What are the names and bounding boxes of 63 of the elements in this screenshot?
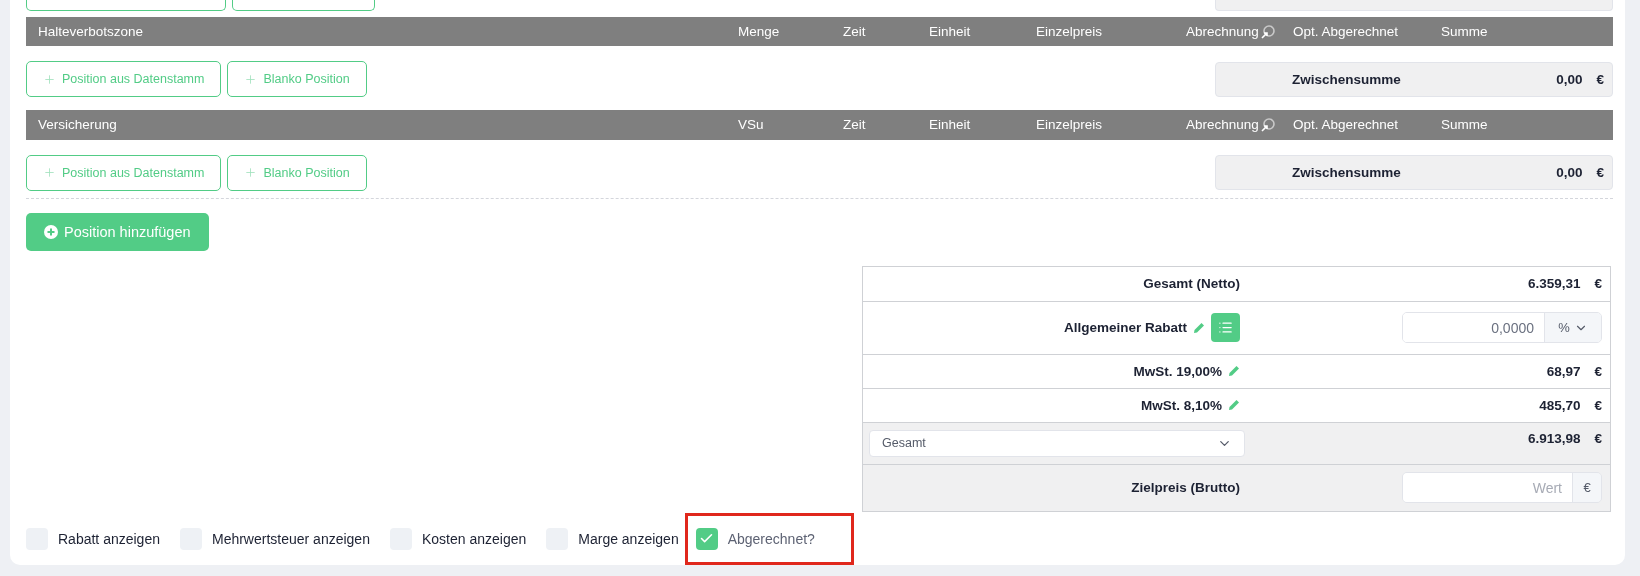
currency-addon: € (1572, 473, 1601, 503)
plus-circle-icon (44, 224, 58, 239)
list-button[interactable] (1211, 313, 1240, 343)
section-title: Halteverbotszone (38, 24, 145, 40)
column-header: Opt. Abgerechnet (1293, 117, 1400, 133)
column-header: Menge (738, 24, 781, 40)
subtotal-value: 0,00 (1556, 71, 1583, 87)
currency: € (1594, 398, 1602, 413)
column-header: Summe (1441, 24, 1489, 40)
column-header: Abrechnung (1186, 117, 1259, 133)
column-header: Einheit (929, 117, 972, 133)
subtotal-label: Zwischensumme (1292, 165, 1401, 181)
add-position-button[interactable]: Position aus Datenstamm (26, 61, 222, 98)
column-header: Zeit (843, 24, 867, 40)
refresh-icon[interactable] (1260, 117, 1275, 132)
option-label: Mehrwertsteuer anzeigen (211, 531, 370, 547)
add-position-button[interactable]: Blanko Position (227, 154, 367, 191)
column-header: Einzelpreis (1036, 24, 1104, 40)
section-title: Versicherung (38, 117, 118, 133)
total-type-select[interactable]: Gesamt (869, 430, 1245, 457)
pencil-icon[interactable] (1193, 322, 1205, 334)
plus-icon (43, 166, 56, 180)
currency: € (1594, 364, 1602, 379)
checkbox[interactable] (695, 528, 718, 550)
total-value: 68,97 (1546, 364, 1581, 379)
column-header: Summe (1441, 117, 1489, 133)
currency: € (1594, 431, 1602, 446)
pencil-icon[interactable] (1228, 399, 1240, 412)
total-value: 6.359,31 (1527, 276, 1581, 292)
pencil-icon[interactable] (1228, 365, 1240, 378)
add-position-button[interactable]: Position hinzufügen (26, 212, 209, 251)
total-label: Gesamt (Netto) (1143, 276, 1240, 292)
plus-icon (244, 72, 258, 86)
total-value: 6.913,98 (1527, 431, 1581, 446)
column-header: VSu (738, 117, 765, 133)
add-position-button[interactable]: Blanko Position (227, 61, 367, 98)
tax-label: MwSt. 19,00% (1133, 364, 1222, 379)
refresh-icon[interactable] (1260, 24, 1275, 39)
option-label: Marge anzeigen (578, 531, 679, 547)
total-value: 485,70 (1539, 398, 1581, 413)
discount-field[interactable]: 0,0000 % (1402, 312, 1602, 344)
column-header: Opt. Abgerechnet (1293, 24, 1400, 40)
column-header: Einzelpreis (1036, 117, 1104, 133)
unit-dropdown[interactable]: % (1544, 313, 1601, 343)
currency: € (1596, 165, 1604, 181)
currency: € (1594, 276, 1602, 292)
target-price-label: Zielpreis (Brutto) (1131, 480, 1240, 496)
option-label: Abgerechnet? (727, 531, 815, 547)
column-header: Abrechnung (1186, 24, 1259, 40)
subtotal-label: Zwischensumme (1292, 71, 1401, 87)
option-label: Kosten anzeigen (421, 531, 527, 547)
tax-label: MwSt. 8,10% (1140, 398, 1222, 413)
option-label: Rabatt anzeigen (58, 531, 160, 547)
plus-icon (244, 166, 258, 180)
column-header: Zeit (843, 117, 867, 133)
currency: € (1596, 71, 1604, 87)
discount-label: Allgemeiner Rabatt (1063, 320, 1187, 336)
subtotal-value: 0,00 (1556, 165, 1583, 181)
list-icon (1218, 320, 1233, 336)
plus-icon (43, 72, 56, 86)
target-price-field[interactable]: Wert € (1402, 472, 1602, 504)
column-header: Einheit (929, 24, 972, 40)
add-position-button[interactable]: Position aus Datenstamm (26, 154, 222, 191)
